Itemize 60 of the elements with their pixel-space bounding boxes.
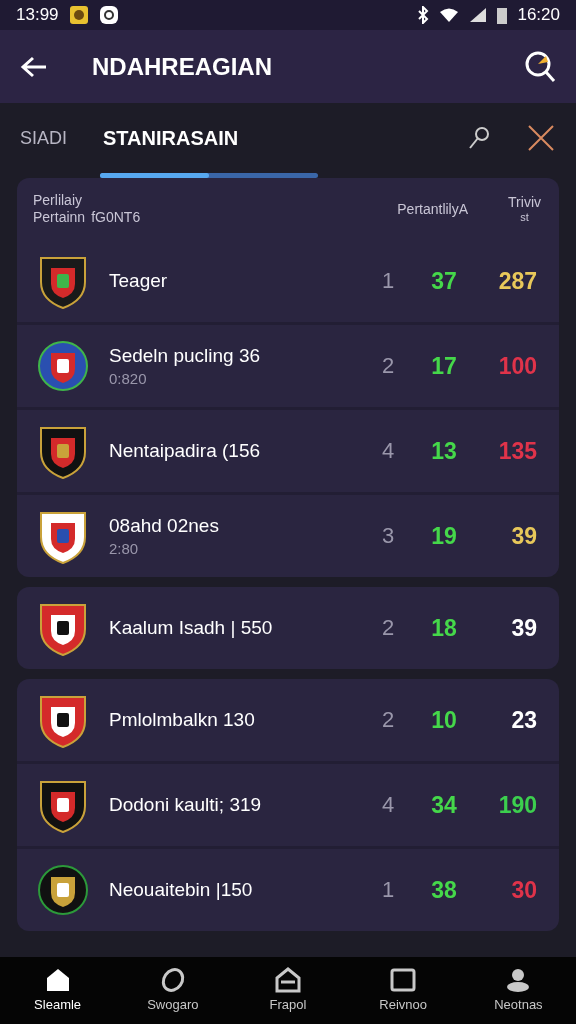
rank-value: 3 [380, 523, 396, 549]
back-button[interactable] [20, 54, 48, 79]
screen-title: NDAHREAGIAN [92, 52, 273, 81]
signal-icon [469, 7, 488, 23]
points-value: 18 [430, 614, 458, 642]
rank-value: 1 [380, 268, 396, 294]
rank-value: 4 [380, 438, 396, 464]
house-icon [274, 967, 302, 993]
pin-button[interactable] [468, 126, 490, 150]
score-value: 100 [497, 352, 537, 380]
tab[interactable]: SIADI [20, 123, 67, 153]
column-header: Perlilaiy Pertainn [33, 192, 86, 226]
rank-value: 1 [380, 877, 396, 903]
team-name: Dodoni kaulti; 319 [109, 794, 263, 816]
search-button[interactable] [524, 49, 556, 84]
score-value: 190 [497, 791, 537, 819]
rank-value: 2 [380, 353, 396, 379]
status-time: 16:20 [517, 5, 560, 25]
team-name: Nentaipadira (156 [109, 440, 262, 462]
tab[interactable]: STANIRASAIN [103, 122, 239, 154]
column-header: PertantlilyA [397, 200, 469, 218]
nav-item[interactable]: Frapol [230, 957, 346, 1024]
rank-value: 4 [380, 792, 396, 818]
wifi-icon [439, 7, 460, 23]
rank-value: 2 [380, 615, 396, 641]
close-button[interactable] [526, 123, 556, 153]
points-value: 19 [430, 522, 458, 550]
team-name: 08ahd 02nes [109, 515, 220, 537]
score-value: 30 [510, 876, 537, 904]
score-value: 39 [510, 522, 537, 550]
points-value: 38 [430, 876, 458, 904]
notification-icon [68, 5, 89, 25]
team-name: Sedeln pucling 36 [109, 345, 262, 367]
nav-item[interactable]: Neotnas [460, 957, 576, 1024]
points-value: 34 [430, 791, 458, 819]
battery-icon [497, 6, 508, 24]
score-value: 135 [497, 437, 537, 465]
team-subtitle: 2:80 [109, 540, 140, 557]
points-value: 10 [430, 706, 458, 734]
team-name: Pmlolmbalkn 130 [109, 709, 256, 731]
score-value: 23 [510, 706, 537, 734]
column-header: fG0NT6 [91, 209, 142, 228]
status-time: 13:99 [16, 5, 59, 25]
team-name: Kaalum Isadh | 550 [109, 617, 274, 639]
points-value: 37 [430, 267, 458, 295]
nav-item[interactable]: Reivnoo [345, 957, 461, 1024]
nav-item[interactable]: Swogaro [115, 957, 231, 1024]
rank-value: 2 [380, 707, 396, 733]
points-value: 17 [430, 352, 458, 380]
column-header: Triviv st [508, 194, 541, 224]
score-value: 39 [510, 614, 537, 642]
square-icon [389, 967, 418, 993]
team-name: Neouaitebin |150 [109, 879, 254, 901]
bluetooth-icon [417, 6, 430, 24]
nav-item[interactable]: Sleamle [0, 957, 116, 1024]
points-value: 13 [430, 437, 458, 465]
score-value: 287 [497, 267, 537, 295]
notification-icon [98, 5, 119, 25]
team-name: Teager [109, 270, 169, 292]
team-subtitle: 0:820 [109, 370, 148, 387]
